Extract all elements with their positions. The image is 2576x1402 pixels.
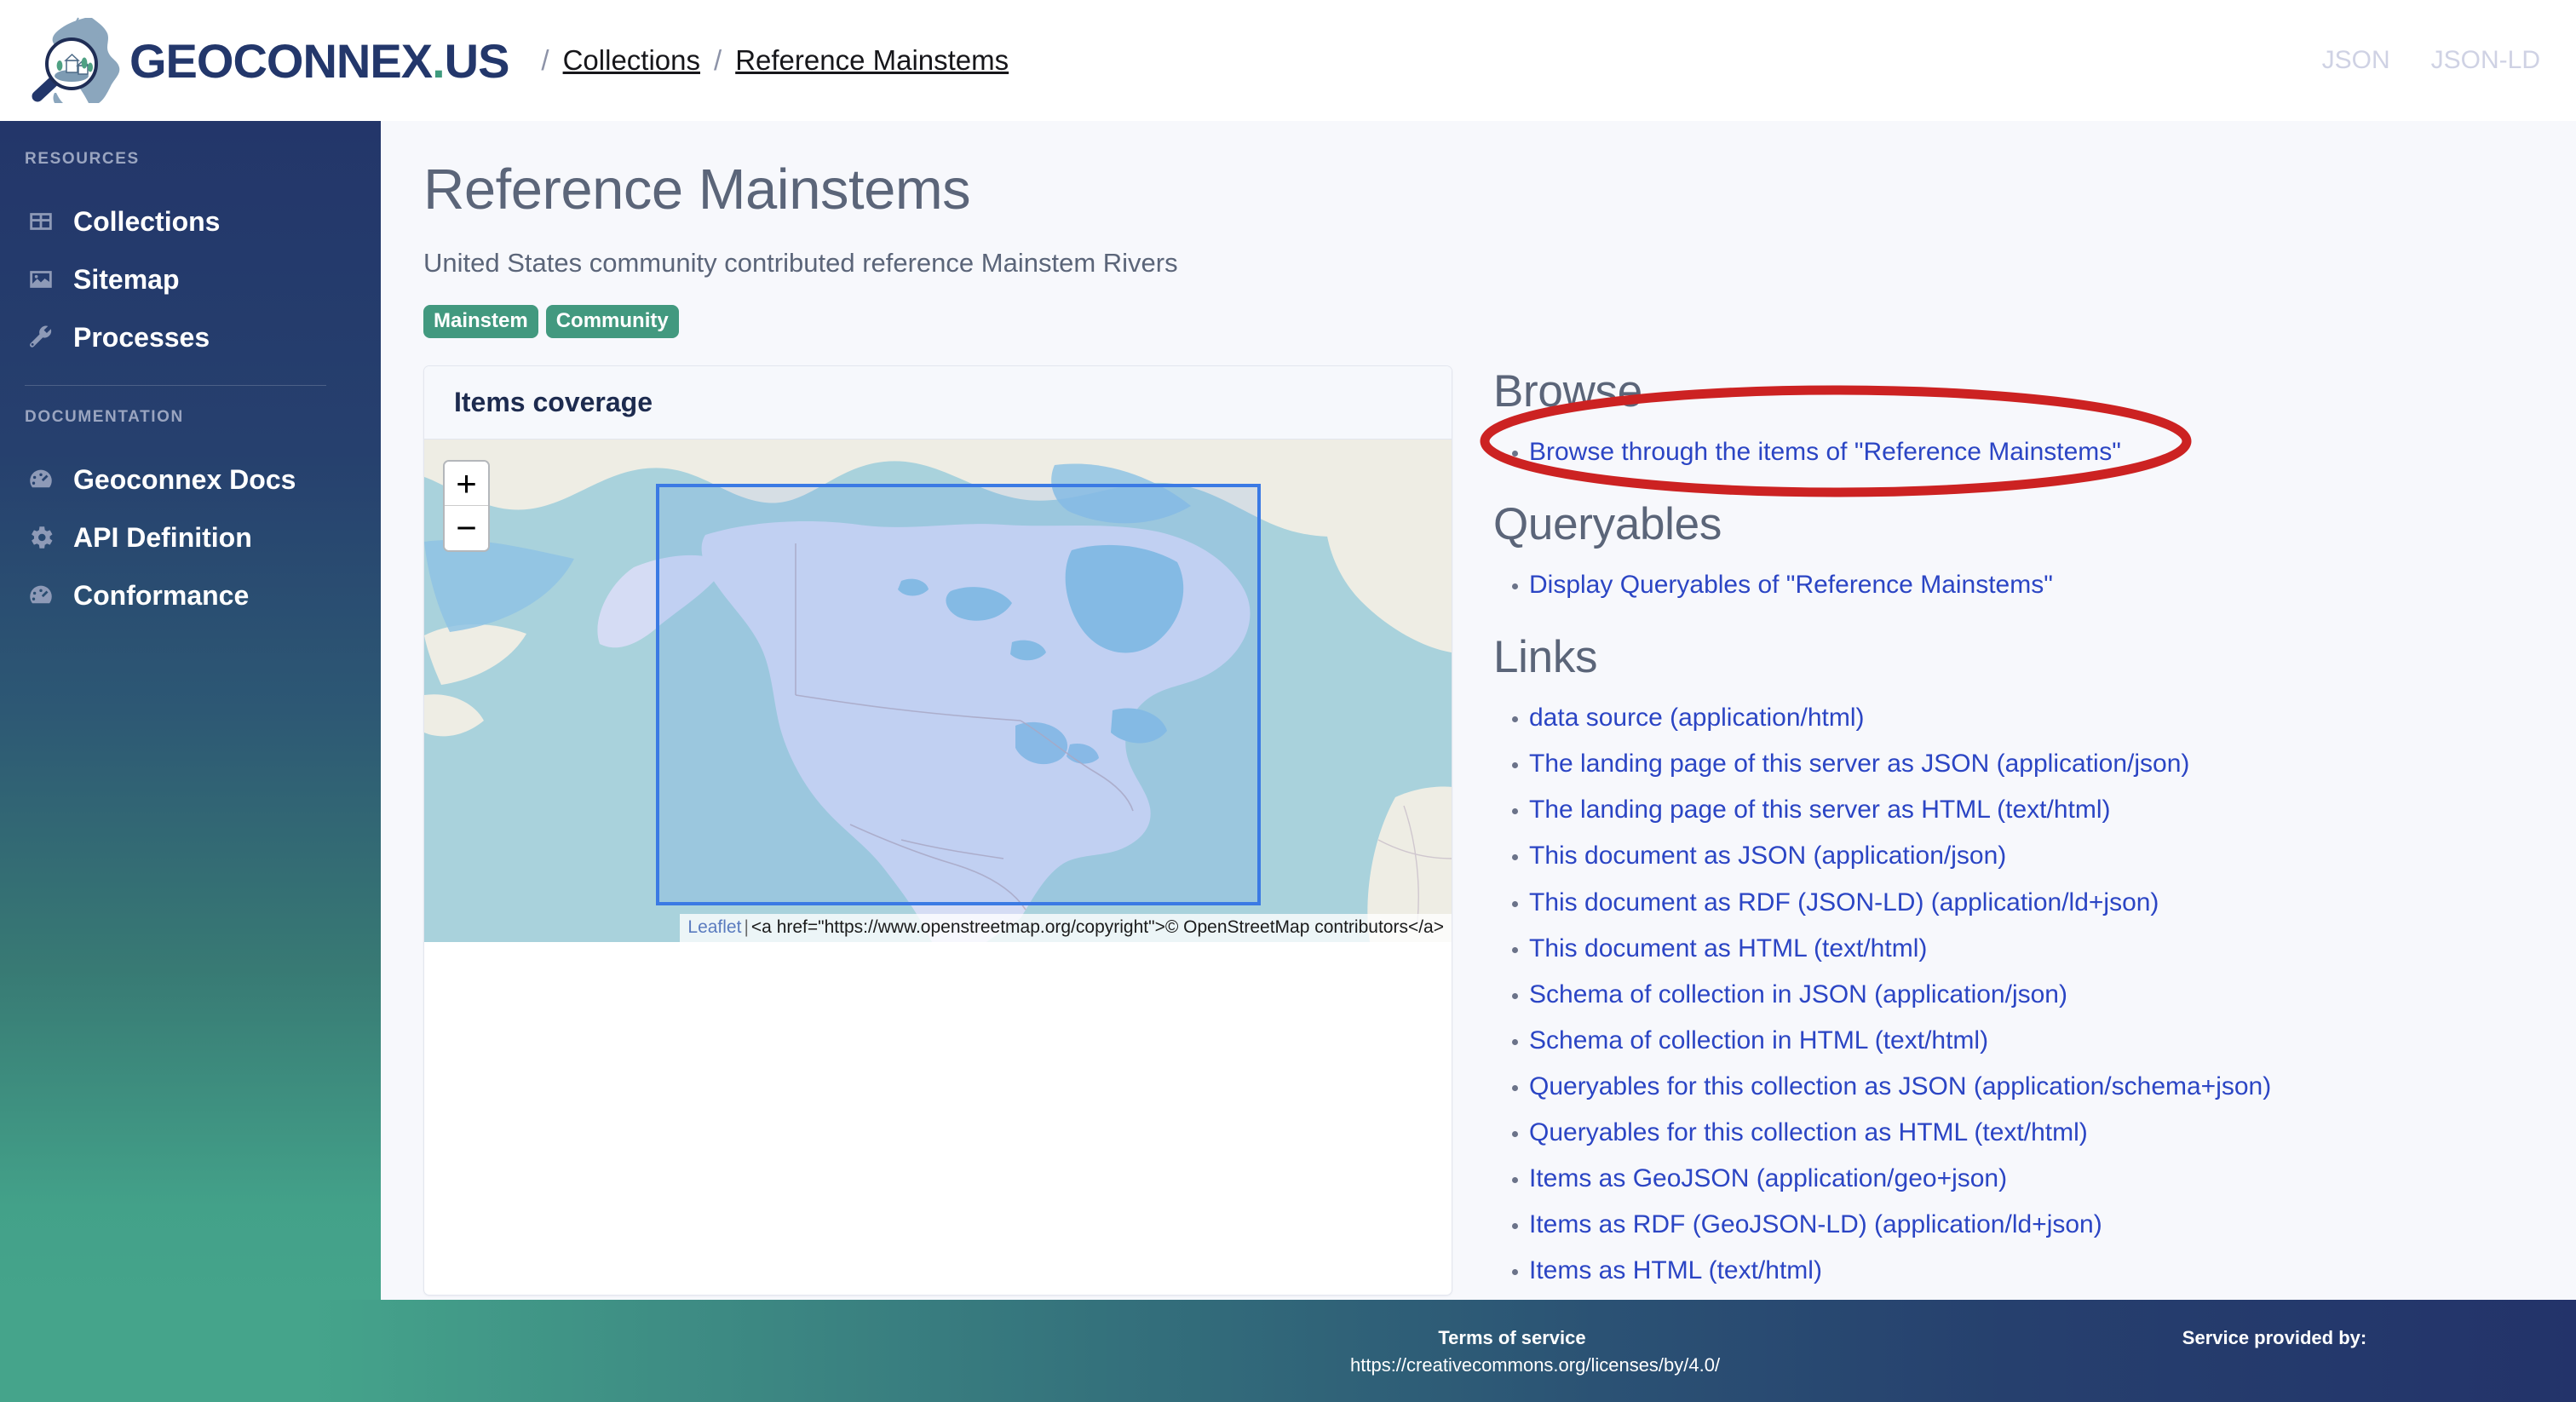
sidebar-item-label: Sitemap [73, 263, 180, 295]
list-item: This document as HTML (text/html) [1493, 928, 2576, 970]
content-columns: Items coverage + − Leaflet | <a href="ht… [381, 365, 2576, 1296]
page-subtitle: United States community contributed refe… [423, 248, 1178, 278]
brand-us: US [444, 33, 510, 88]
list-item: The landing page of this server as HTML … [1493, 789, 2576, 831]
links-heading: Links [1493, 632, 1598, 683]
json-link[interactable]: JSON [2322, 46, 2390, 75]
brand-dot: . [432, 33, 446, 88]
image-icon [25, 263, 57, 296]
link-queryables-html[interactable]: Queryables for this collection as HTML (… [1529, 1118, 2088, 1146]
list-item: Items as GeoJSON (application/geo+json) [1493, 1158, 2576, 1200]
main-content: Reference Mainstems United States commun… [381, 121, 2576, 1300]
footer-provider-title: Service provided by: [2182, 1327, 2367, 1348]
site-footer: Terms of service https://creativecommons… [0, 1300, 2576, 1402]
link-document-json[interactable]: This document as JSON (application/json) [1529, 842, 2006, 870]
gear-icon [25, 521, 57, 554]
wrench-icon [25, 321, 57, 353]
sidebar-item-sitemap[interactable]: Sitemap [0, 250, 381, 308]
sidebar-item-geoconnex-docs[interactable]: Geoconnex Docs [0, 451, 381, 509]
breadcrumb-item-reference-mainstems[interactable]: Reference Mainstems [735, 44, 1009, 77]
list-item: Schema of collection in HTML (text/html) [1493, 1020, 2576, 1062]
metadata-column: Browse Browse through the items of "Refe… [1480, 365, 2576, 1296]
link-items-rdf[interactable]: Items as RDF (GeoJSON-LD) (application/l… [1529, 1210, 2102, 1238]
footer-provider-block: Service provided by: [2113, 1327, 2436, 1349]
browse-heading: Browse [1493, 366, 1642, 417]
leaflet-link[interactable]: Leaflet [687, 917, 741, 937]
link-queryables-json[interactable]: Queryables for this collection as JSON (… [1529, 1072, 2271, 1100]
list-item: Items as RDF (GeoJSON-LD) (application/l… [1493, 1204, 2576, 1246]
sidebar-item-label: Processes [73, 321, 210, 353]
json-ld-link[interactable]: JSON-LD [2431, 46, 2540, 75]
link-document-rdf[interactable]: This document as RDF (JSON-LD) (applicat… [1529, 888, 2159, 916]
sidebar-group-documentation-label: DOCUMENTATION [25, 408, 184, 426]
header-actions: JSON JSON-LD [2322, 46, 2576, 75]
sidebar-item-api-definition[interactable]: API Definition [0, 509, 381, 566]
zoom-in-button[interactable]: + [445, 462, 488, 506]
list-item: This document as JSON (application/json) [1493, 835, 2576, 877]
list-item: data source (application/html) [1493, 697, 2576, 739]
page-title: Reference Mainstems [423, 158, 971, 221]
links-link-list: data source (application/html) The landi… [1493, 697, 2576, 1292]
browse-link-list: Browse through the items of "Reference M… [1493, 431, 2576, 474]
link-document-html[interactable]: This document as HTML (text/html) [1529, 934, 1927, 962]
sidebar-item-label: API Definition [73, 521, 252, 553]
attribution-text: <a href="https://www.openstreetmap.org/c… [750, 917, 1444, 937]
keyword-badges: Mainstem Community [423, 305, 2576, 338]
brand-title[interactable]: GEOCONNEX.US [129, 33, 509, 89]
link-landing-page-json[interactable]: The landing page of this server as JSON … [1529, 750, 2189, 778]
footer-terms-url[interactable]: https://creativecommons.org/licenses/by/… [1350, 1354, 1720, 1376]
list-item: Browse through the items of "Reference M… [1493, 431, 2576, 474]
table-icon [25, 205, 57, 238]
breadcrumb-separator-2: / [714, 44, 722, 76]
geoconnex-logo-icon[interactable] [26, 14, 126, 106]
link-schema-html[interactable]: Schema of collection in HTML (text/html) [1529, 1026, 1988, 1054]
list-item: The landing page of this server as JSON … [1493, 743, 2576, 785]
leaflet-map[interactable]: + − Leaflet | <a href="https://www.openstr… [424, 440, 1452, 942]
attribution-separator: | [744, 917, 749, 937]
sidebar-item-label: Geoconnex Docs [73, 463, 296, 495]
gauge-icon [25, 579, 57, 612]
link-data-source[interactable]: data source (application/html) [1529, 704, 1865, 732]
brand-geo: GEOCONNEX [129, 33, 433, 88]
list-item: Items as HTML (text/html) [1493, 1250, 2576, 1292]
map-card-heading: Items coverage [424, 366, 1452, 440]
sidebar-group-resources-label: RESOURCES [25, 150, 140, 168]
breadcrumb-separator-1: / [541, 44, 549, 76]
map-zoom-controls[interactable]: + − [443, 460, 490, 552]
status-badge[interactable]: Mainstem [423, 305, 538, 338]
status-badge[interactable]: Community [545, 305, 679, 338]
link-items-geojson[interactable]: Items as GeoJSON (application/geo+json) [1529, 1164, 2007, 1192]
footer-terms-title: Terms of service [1438, 1327, 1586, 1348]
browse-items-link[interactable]: Browse through the items of "Reference M… [1529, 438, 2121, 466]
footer-terms-block: Terms of service https://creativecommons… [1350, 1327, 1720, 1376]
site-header: GEOCONNEX.US / Collections / Reference M… [0, 0, 2576, 121]
link-items-html[interactable]: Items as HTML (text/html) [1529, 1256, 1822, 1284]
list-item: Queryables for this collection as JSON (… [1493, 1066, 2576, 1108]
coverage-bounding-box [656, 484, 1261, 905]
zoom-out-button[interactable]: − [445, 506, 488, 550]
list-item: This document as RDF (JSON-LD) (applicat… [1493, 882, 2576, 924]
breadcrumb: / Collections / Reference Mainstems [527, 44, 1009, 77]
list-item: Schema of collection in JSON (applicatio… [1493, 974, 2576, 1016]
link-schema-json[interactable]: Schema of collection in JSON (applicatio… [1529, 980, 2067, 1008]
map-attribution: Leaflet | <a href="https://www.openstreetm… [680, 914, 1452, 942]
sidebar-item-conformance[interactable]: Conformance [0, 566, 381, 624]
sidebar-divider [25, 385, 326, 386]
sidebar-item-label: Collections [73, 205, 221, 237]
sidebar-item-processes[interactable]: Processes [0, 308, 381, 366]
items-coverage-card: Items coverage + − Leaflet | <a href="ht… [423, 365, 1452, 1296]
sidebar-item-label: Conformance [73, 579, 250, 611]
breadcrumb-item-collections[interactable]: Collections [563, 44, 700, 77]
queryables-heading: Queryables [1493, 499, 1722, 550]
display-queryables-link[interactable]: Display Queryables of "Reference Mainste… [1529, 571, 2053, 599]
link-landing-page-html[interactable]: The landing page of this server as HTML … [1529, 796, 2111, 824]
list-item: Queryables for this collection as HTML (… [1493, 1112, 2576, 1154]
gauge-icon [25, 463, 57, 496]
sidebar: RESOURCES Collections Sitemap Processes … [0, 121, 381, 1300]
sidebar-item-collections[interactable]: Collections [0, 192, 381, 250]
queryables-link-list: Display Queryables of "Reference Mainste… [1493, 564, 2576, 606]
list-item: Display Queryables of "Reference Mainste… [1493, 564, 2576, 606]
